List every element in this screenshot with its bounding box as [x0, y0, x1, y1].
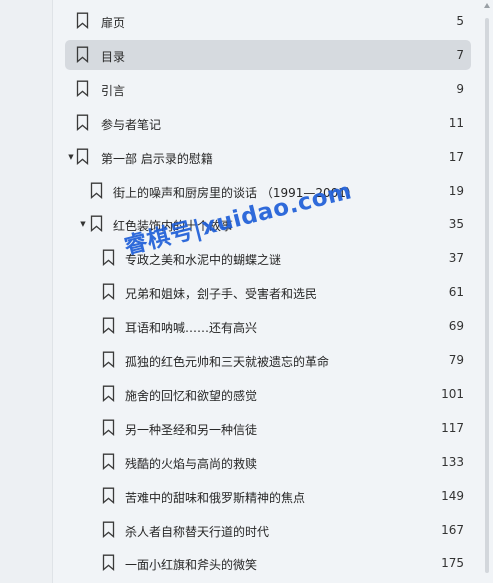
- bookmark-icon: [90, 182, 103, 200]
- bookmark-icon: [76, 114, 89, 132]
- toc-item-title: 残酷的火焰与高尚的救赎: [125, 456, 258, 471]
- bookmark-icon: [102, 453, 115, 471]
- toc-item-title: 施舍的回忆和欲望的感觉: [125, 388, 258, 403]
- toc-item-page-number: 69: [448, 319, 464, 334]
- bookmark-icon: [102, 249, 115, 267]
- toc-item-page-number: 133: [441, 454, 464, 469]
- toc-item-page-number: 117: [441, 420, 464, 435]
- bookmark-icon: [90, 215, 103, 233]
- toc-item[interactable]: 耳语和呐喊……还有高兴 69: [53, 311, 479, 341]
- toc-item-page-number: 5: [456, 14, 464, 28]
- toc-item[interactable]: 目录 7: [65, 39, 471, 70]
- toc-item[interactable]: 扉页 5: [53, 6, 479, 36]
- toc-item[interactable]: 孤独的红色元帅和三天就被遗忘的革命 79: [53, 345, 479, 375]
- toc-item-title: 目录: [101, 49, 126, 64]
- bookmark-icon: [102, 487, 115, 505]
- bookmark-icon: [102, 554, 115, 572]
- toc-item-title: 一面小红旗和斧头的微笑: [125, 558, 258, 573]
- caret-down-icon[interactable]: ▼: [78, 219, 88, 229]
- toc-item-title: 兄弟和姐妹，刽子手、受害者和选民: [125, 287, 318, 302]
- toc-item-page-number: 101: [441, 386, 464, 401]
- toc-item-page-number: 149: [441, 488, 464, 503]
- toc-item-title: 苦难中的甜味和俄罗斯精神的焦点: [125, 490, 306, 505]
- toc-item-title: 扉页: [101, 16, 126, 30]
- toc-item-title: 另一种圣经和另一种信徒: [125, 422, 258, 437]
- toc-item-page-number: 19: [448, 183, 464, 198]
- toc-item-page-number: 7: [456, 47, 464, 62]
- bookmark-icon: [102, 385, 115, 403]
- toc-item-page-number: 35: [448, 217, 464, 232]
- toc-item-page-number: 61: [448, 285, 464, 300]
- toc-item-page-number: 17: [448, 149, 464, 164]
- toc-item-page-number: 79: [448, 353, 464, 367]
- bookmark-icon: [102, 317, 115, 335]
- bookmark-icon: [102, 521, 115, 539]
- bookmark-icon: [76, 148, 89, 166]
- toc-item[interactable]: 另一种圣经和另一种信徒 117: [53, 413, 479, 443]
- scroll-thumb[interactable]: [485, 18, 489, 573]
- toc-item-page-number: 167: [441, 522, 464, 537]
- toc-item[interactable]: 一面小红旗和斧头的微笑 175: [53, 548, 479, 578]
- bookmark-icon: [76, 12, 89, 30]
- toc-item-page-number: 11: [448, 115, 464, 130]
- toc-item[interactable]: ▼ 第一部 启示录的慰籍 17: [53, 142, 479, 172]
- caret-down-icon[interactable]: ▼: [66, 152, 76, 162]
- toc-item[interactable]: 专政之美和水泥中的蝴蝶之谜 37: [53, 243, 479, 273]
- toc-item-title: 杀人者自称替天行道的时代: [125, 524, 270, 539]
- bookmark-icon: [102, 283, 115, 301]
- toc-item-page-number: 37: [448, 251, 464, 266]
- toc-item[interactable]: 杀人者自称替天行道的时代 167: [53, 515, 479, 545]
- toc-item-title: 引言: [101, 83, 126, 98]
- table-of-contents: 扉页 5 目录 7 引言 9 参与者笔记 11 ▼ 第一部 启示录的慰籍 17 街上的噪声和厨房里的谈…: [53, 0, 479, 583]
- toc-item[interactable]: 引言 9: [53, 74, 479, 104]
- bookmark-icon: [102, 419, 115, 437]
- left-gutter: [0, 0, 53, 583]
- toc-item-title: 耳语和呐喊……还有高兴: [125, 321, 258, 336]
- toc-item[interactable]: 施舍的回忆和欲望的感觉 101: [53, 379, 479, 409]
- toc-item-page-number: 9: [456, 81, 464, 96]
- toc-item-title: 参与者笔记: [101, 117, 162, 132]
- toc-item-title: 孤独的红色元帅和三天就被遗忘的革命: [125, 355, 330, 369]
- toc-item-page-number: 175: [441, 556, 464, 571]
- bookmark-icon: [76, 80, 89, 98]
- bookmark-icon: [102, 351, 115, 369]
- toc-item[interactable]: 兄弟和姐妹，刽子手、受害者和选民 61: [53, 277, 479, 307]
- toc-item[interactable]: 苦难中的甜味和俄罗斯精神的焦点 149: [53, 481, 479, 511]
- bookmark-icon: [76, 46, 89, 64]
- scrollbar[interactable]: [479, 0, 493, 583]
- toc-item[interactable]: 参与者笔记 11: [53, 108, 479, 138]
- toc-item-title: 第一部 启示录的慰籍: [101, 151, 213, 166]
- toc-item[interactable]: 残酷的火焰与高尚的救赎 133: [53, 447, 479, 477]
- scroll-up-arrow-icon[interactable]: [484, 3, 490, 8]
